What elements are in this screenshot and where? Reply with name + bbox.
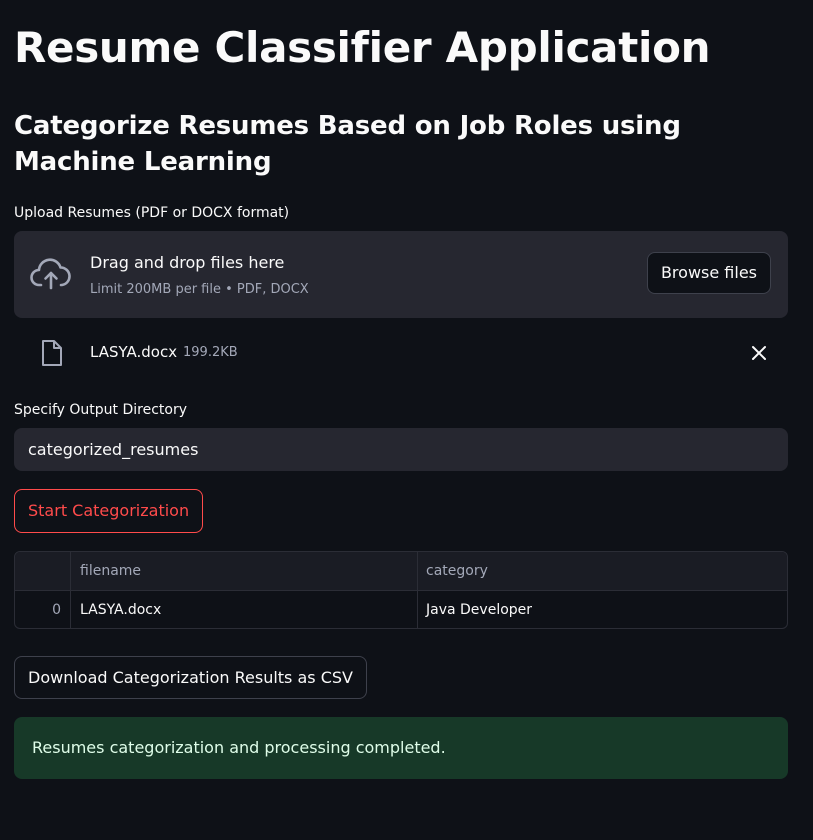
success-alert: Resumes categorization and processing co… (14, 717, 788, 779)
table-header-index (15, 552, 70, 590)
file-dropzone[interactable]: Drag and drop files here Limit 200MB per… (14, 231, 788, 318)
page-title: Resume Classifier Application (14, 23, 711, 72)
cloud-upload-icon (30, 258, 72, 290)
table-header-row: filename category (15, 552, 787, 591)
start-categorization-button[interactable]: Start Categorization (14, 489, 204, 533)
table-row: 0 LASYA.docx Java Developer (15, 591, 787, 628)
table-cell-index: 0 (52, 602, 61, 618)
page-subtitle: Categorize Resumes Based on Job Roles us… (14, 111, 681, 177)
table-column-divider (70, 552, 71, 628)
download-csv-button[interactable]: Download Categorization Results as CSV (14, 656, 367, 699)
dropzone-title: Drag and drop files here (90, 253, 285, 272)
uploaded-file-size: 199.2KB (183, 345, 238, 360)
browse-files-button[interactable]: Browse files (646, 252, 771, 294)
dropzone-limit-text: Limit 200MB per file • PDF, DOCX (90, 282, 309, 297)
output-directory-label: Specify Output Directory (14, 402, 187, 418)
table-column-divider (417, 552, 418, 628)
table-header-category[interactable]: category (426, 552, 488, 590)
file-icon (40, 339, 64, 367)
table-header-filename[interactable]: filename (80, 552, 141, 590)
close-icon[interactable] (751, 345, 767, 361)
results-table[interactable]: filename category 0 LASYA.docx Java Deve… (14, 551, 788, 629)
table-cell-category[interactable]: Java Developer (426, 591, 532, 628)
uploaded-file-name: LASYA.docx (90, 343, 178, 361)
output-directory-input[interactable]: categorized_resumes (14, 428, 788, 471)
uploaded-file-item: LASYA.docx 199.2KB (14, 333, 788, 373)
uploader-label: Upload Resumes (PDF or DOCX format) (14, 205, 290, 221)
table-cell-filename[interactable]: LASYA.docx (80, 591, 161, 628)
